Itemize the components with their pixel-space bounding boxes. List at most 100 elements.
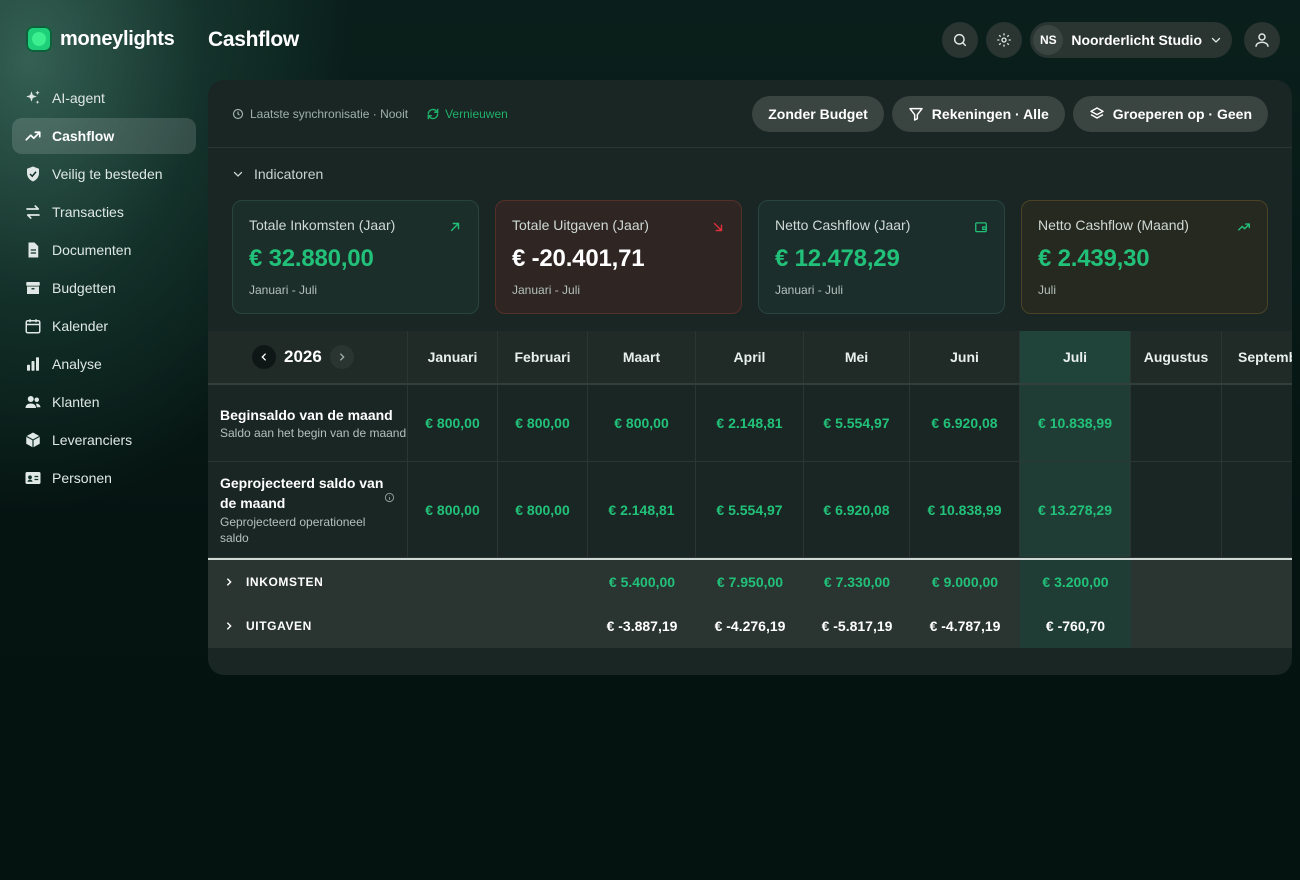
page-title: Cashflow (208, 28, 299, 51)
table-cell[interactable]: € 7.330,00 (804, 560, 910, 603)
table-cell[interactable]: € 7.950,00 (696, 560, 804, 603)
user-icon (1255, 33, 1269, 47)
row-label: Beginsaldo van de maand Saldo aan het be… (208, 385, 408, 461)
card-label: Totale Uitgaven (Jaar) (512, 217, 649, 233)
sidebar-item-analyse[interactable]: Analyse (12, 346, 196, 382)
sidebar-item-budgetten[interactable]: Budgetten (12, 270, 196, 306)
chevron-down-icon (233, 171, 243, 177)
table-cell[interactable]: € 800,00 (588, 385, 696, 461)
sidebar-item-ai-agent[interactable]: AI-agent (12, 80, 196, 116)
gear-icon (997, 33, 1011, 47)
refresh-label: Vernieuwen (445, 106, 508, 121)
expenses-toggle[interactable]: UITGAVEN (208, 603, 408, 648)
month-header-current: Juli (1020, 331, 1131, 383)
table-cell[interactable] (1131, 560, 1222, 603)
table-cell[interactable]: € 2.148,81 (696, 385, 804, 461)
group-by-label: Groeperen op · Geen (1112, 105, 1252, 122)
table-cell[interactable]: € -4.787,19 (910, 603, 1020, 648)
table-cell[interactable] (1131, 603, 1222, 648)
group-by-button[interactable]: Groeperen op · Geen (1072, 95, 1268, 132)
table-cell[interactable] (1222, 560, 1292, 603)
chevron-right-icon (227, 621, 232, 630)
table-cell[interactable] (1131, 462, 1222, 557)
search-button[interactable] (942, 22, 979, 58)
table-cell[interactable] (1222, 385, 1292, 461)
archive-box-icon (24, 279, 42, 297)
document-icon (24, 241, 42, 259)
logo[interactable]: moneylights (26, 26, 175, 52)
user-menu-button[interactable] (1244, 22, 1280, 58)
table-cell[interactable] (408, 560, 498, 603)
settings-button[interactable] (986, 22, 1023, 58)
users-icon (24, 393, 42, 411)
table-cell[interactable]: € 5.400,00 (588, 560, 696, 603)
table-cell[interactable]: € 800,00 (408, 385, 498, 461)
sidebar-item-kalender[interactable]: Kalender (12, 308, 196, 344)
next-year-button[interactable] (329, 345, 354, 369)
sidebar-item-cashflow[interactable]: Cashflow (12, 118, 196, 154)
table-cell[interactable]: € 9.000,00 (910, 560, 1020, 603)
chevron-down-icon (1211, 37, 1221, 43)
indicator-cards: Totale Inkomsten (Jaar) € 32.880,00 Janu… (208, 200, 1292, 314)
sidebar-item-label: AI-agent (52, 90, 105, 106)
sidebar-item-label: Klanten (52, 394, 100, 410)
sidebar-item-klanten[interactable]: Klanten (12, 384, 196, 420)
table-cell[interactable]: € 3.200,00 (1020, 560, 1131, 603)
accounts-filter-button[interactable]: Rekeningen · Alle (891, 95, 1065, 132)
sidebar-item-veilig-te-besteden[interactable]: Veilig te besteden (12, 156, 196, 192)
table-cell[interactable]: € 10.838,99 (910, 462, 1020, 557)
card-value: € 2.439,30 (1038, 245, 1150, 272)
sidebar-item-documenten[interactable]: Documenten (12, 232, 196, 268)
table-cell[interactable]: € 6.920,08 (804, 462, 910, 557)
sidebar-item-label: Analyse (52, 356, 102, 372)
sidebar-item-label: Documenten (52, 242, 132, 258)
table-cell[interactable]: € 10.838,99 (1020, 385, 1131, 461)
previous-year-button[interactable] (252, 345, 276, 369)
table-cell[interactable]: € 800,00 (498, 385, 588, 461)
chevron-left-icon (261, 353, 266, 361)
expenses-summary-row: UITGAVEN € -3.887,19 € -4.276,19 € -5.81… (208, 603, 1292, 648)
organization-switcher[interactable]: NS Noorderlicht Studio (1030, 22, 1232, 58)
info-icon[interactable] (384, 492, 395, 503)
id-card-icon (24, 469, 42, 487)
table-cell[interactable] (498, 560, 588, 603)
cashflow-panel: Laatste synchronisatie · Nooit Vernieuwe… (208, 80, 1292, 675)
table-cell[interactable]: € 5.554,97 (696, 462, 804, 557)
sparkles-icon (24, 89, 42, 107)
table-cell[interactable] (498, 603, 588, 648)
indicators-toggle[interactable]: Indicatoren (208, 148, 1292, 200)
sidebar-item-label: Transacties (52, 204, 124, 220)
row-subtitle: Saldo aan het begin van de maand (220, 426, 407, 441)
arrow-down-right-icon (713, 222, 723, 232)
table-cell[interactable]: € -3.887,19 (588, 603, 696, 648)
logo-mark-icon (26, 26, 52, 52)
table-cell[interactable] (408, 603, 498, 648)
month-header: April (696, 331, 804, 383)
table-cell[interactable]: € 6.920,08 (910, 385, 1020, 461)
table-cell[interactable] (1222, 462, 1292, 557)
sidebar-item-personen[interactable]: Personen (12, 460, 196, 496)
sidebar-item-label: Cashflow (52, 128, 115, 144)
sidebar-item-label: Veilig te besteden (52, 166, 163, 182)
expenses-label: UITGAVEN (246, 618, 312, 633)
without-budget-button[interactable]: Zonder Budget (752, 95, 884, 132)
table-cell[interactable]: € -760,70 (1020, 603, 1131, 648)
card-value: € 32.880,00 (249, 245, 374, 272)
table-cell[interactable]: € 800,00 (498, 462, 588, 557)
table-cell[interactable]: € -4.276,19 (696, 603, 804, 648)
income-toggle[interactable]: INKOMSTEN (208, 560, 408, 603)
table-cell[interactable] (1222, 603, 1292, 648)
sidebar-item-transacties[interactable]: Transacties (12, 194, 196, 230)
table-cell[interactable]: € 13.278,29 (1020, 462, 1131, 557)
table-cell[interactable]: € -5.817,19 (804, 603, 910, 648)
refresh-button[interactable]: Vernieuwen (426, 107, 508, 121)
table-cell[interactable]: € 800,00 (408, 462, 498, 557)
arrow-up-right-icon (450, 222, 460, 232)
table-cell[interactable]: € 2.148,81 (588, 462, 696, 557)
sidebar-item-leveranciers[interactable]: Leveranciers (12, 422, 196, 458)
arrows-exchange-icon (24, 203, 42, 221)
logo-text: moneylights (60, 27, 175, 50)
table-row: Geprojecteerd saldo van de maand Geproje… (208, 462, 1292, 558)
table-cell[interactable]: € 5.554,97 (804, 385, 910, 461)
table-cell[interactable] (1131, 385, 1222, 461)
